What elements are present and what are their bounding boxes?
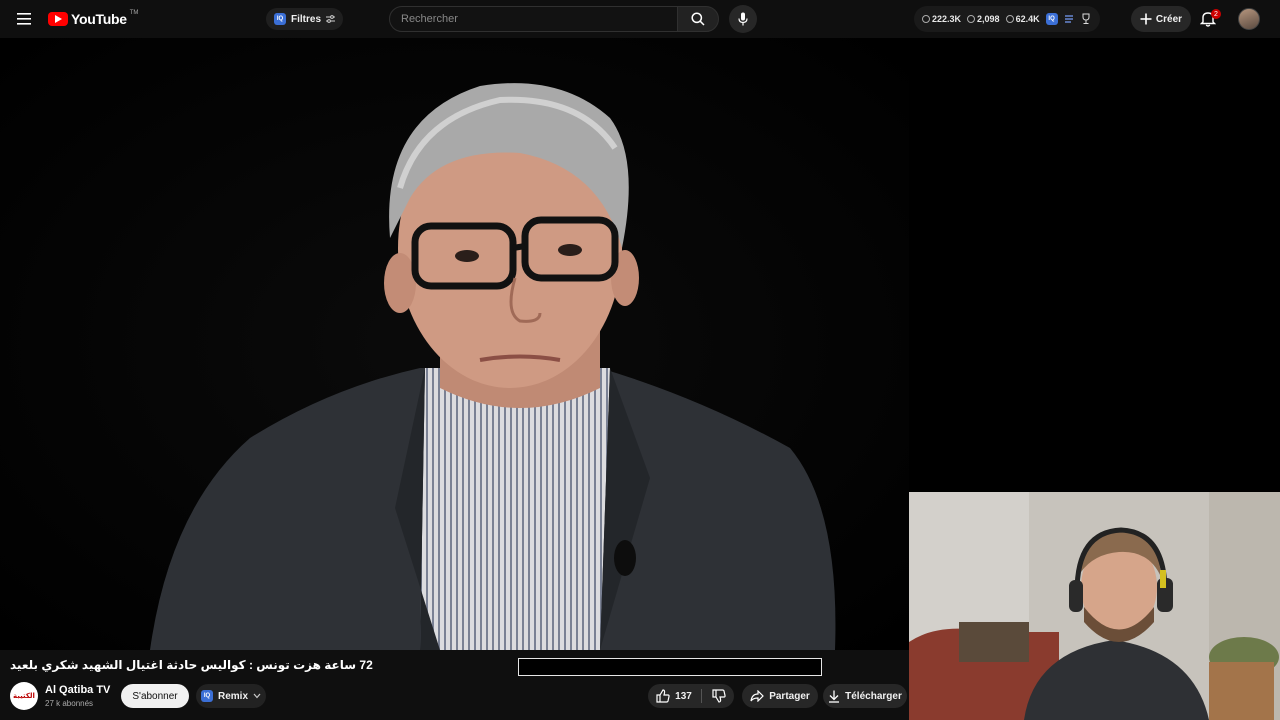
channel-avatar-logo: الكتيبة <box>13 693 35 700</box>
like-count: 137 <box>675 690 692 702</box>
filters-label: Filtres <box>291 13 322 25</box>
trademark-mark: TM <box>129 10 139 16</box>
create-button[interactable]: Créer <box>1131 6 1191 32</box>
notification-count-badge: 2 <box>1211 9 1221 19</box>
list-icon[interactable] <box>1064 15 1074 23</box>
menu-button[interactable] <box>12 8 36 30</box>
profile-avatar[interactable] <box>1238 8 1260 30</box>
voice-search-button[interactable] <box>729 5 757 33</box>
sliders-icon <box>326 15 336 23</box>
share-button[interactable]: Partager <box>742 684 818 708</box>
trophy-icon[interactable] <box>1080 13 1092 25</box>
subscribers-value: 62.4K <box>1015 14 1040 24</box>
search-box <box>389 6 678 32</box>
extension-badge-icon: IQ <box>274 13 286 25</box>
plus-icon <box>1140 13 1152 25</box>
share-icon <box>750 690 765 702</box>
thumbs-down-icon <box>712 689 726 703</box>
like-button[interactable]: 137 <box>648 684 700 708</box>
filters-button[interactable]: IQ Filtres <box>266 8 344 30</box>
remix-label: Remix <box>217 690 248 702</box>
remix-button[interactable]: IQ Remix <box>196 684 266 708</box>
hamburger-icon <box>17 13 31 25</box>
share-label: Partager <box>769 690 810 702</box>
eye-icon <box>967 15 976 23</box>
video-player[interactable] <box>0 38 909 650</box>
watch-time-stat: 222.3K <box>922 14 961 24</box>
microphone-icon <box>738 12 748 26</box>
subscribe-button[interactable]: S'abonner <box>121 684 189 708</box>
download-icon <box>829 690 840 703</box>
creator-stats-bar[interactable]: 222.3K 2,098 62.4K IQ <box>914 6 1100 32</box>
dislike-button[interactable] <box>704 684 734 708</box>
extension-badge-icon: IQ <box>200 690 213 702</box>
youtube-wordmark: YouTube <box>71 11 127 27</box>
like-divider <box>701 689 702 703</box>
download-button[interactable]: Télécharger <box>823 684 907 708</box>
eye-icon <box>1005 15 1014 23</box>
search-button[interactable] <box>677 6 719 32</box>
channel-subscriber-count: 27 k abonnés <box>45 699 94 708</box>
thumbs-up-icon <box>656 689 670 703</box>
download-label: Télécharger <box>845 690 902 702</box>
create-label: Créer <box>1155 13 1183 25</box>
video-frame-speaker <box>0 38 909 650</box>
watch-time-value: 222.3K <box>932 14 962 24</box>
search-input[interactable] <box>401 13 677 25</box>
webcam-overlay <box>909 492 1280 720</box>
youtube-play-icon <box>48 12 68 26</box>
video-title: 72 ساعة هزت تونس : كواليس حادثة اغتيال ا… <box>10 658 373 672</box>
extension-badge-icon[interactable]: IQ <box>1045 13 1058 25</box>
subscribers-stat: 62.4K <box>1005 14 1040 24</box>
player-right-area <box>909 38 1280 492</box>
caption-overlay-box <box>518 658 822 676</box>
webcam-feed <box>909 492 1280 720</box>
views-stat: 2,098 <box>967 14 1000 24</box>
clock-icon <box>922 15 930 23</box>
chevron-down-icon <box>253 693 261 699</box>
channel-name[interactable]: Al Qatiba TV <box>45 684 110 696</box>
channel-avatar[interactable]: الكتيبة <box>10 682 38 710</box>
youtube-logo[interactable]: YouTube TM <box>48 9 138 29</box>
views-value: 2,098 <box>977 14 1000 24</box>
search-icon <box>691 12 705 26</box>
